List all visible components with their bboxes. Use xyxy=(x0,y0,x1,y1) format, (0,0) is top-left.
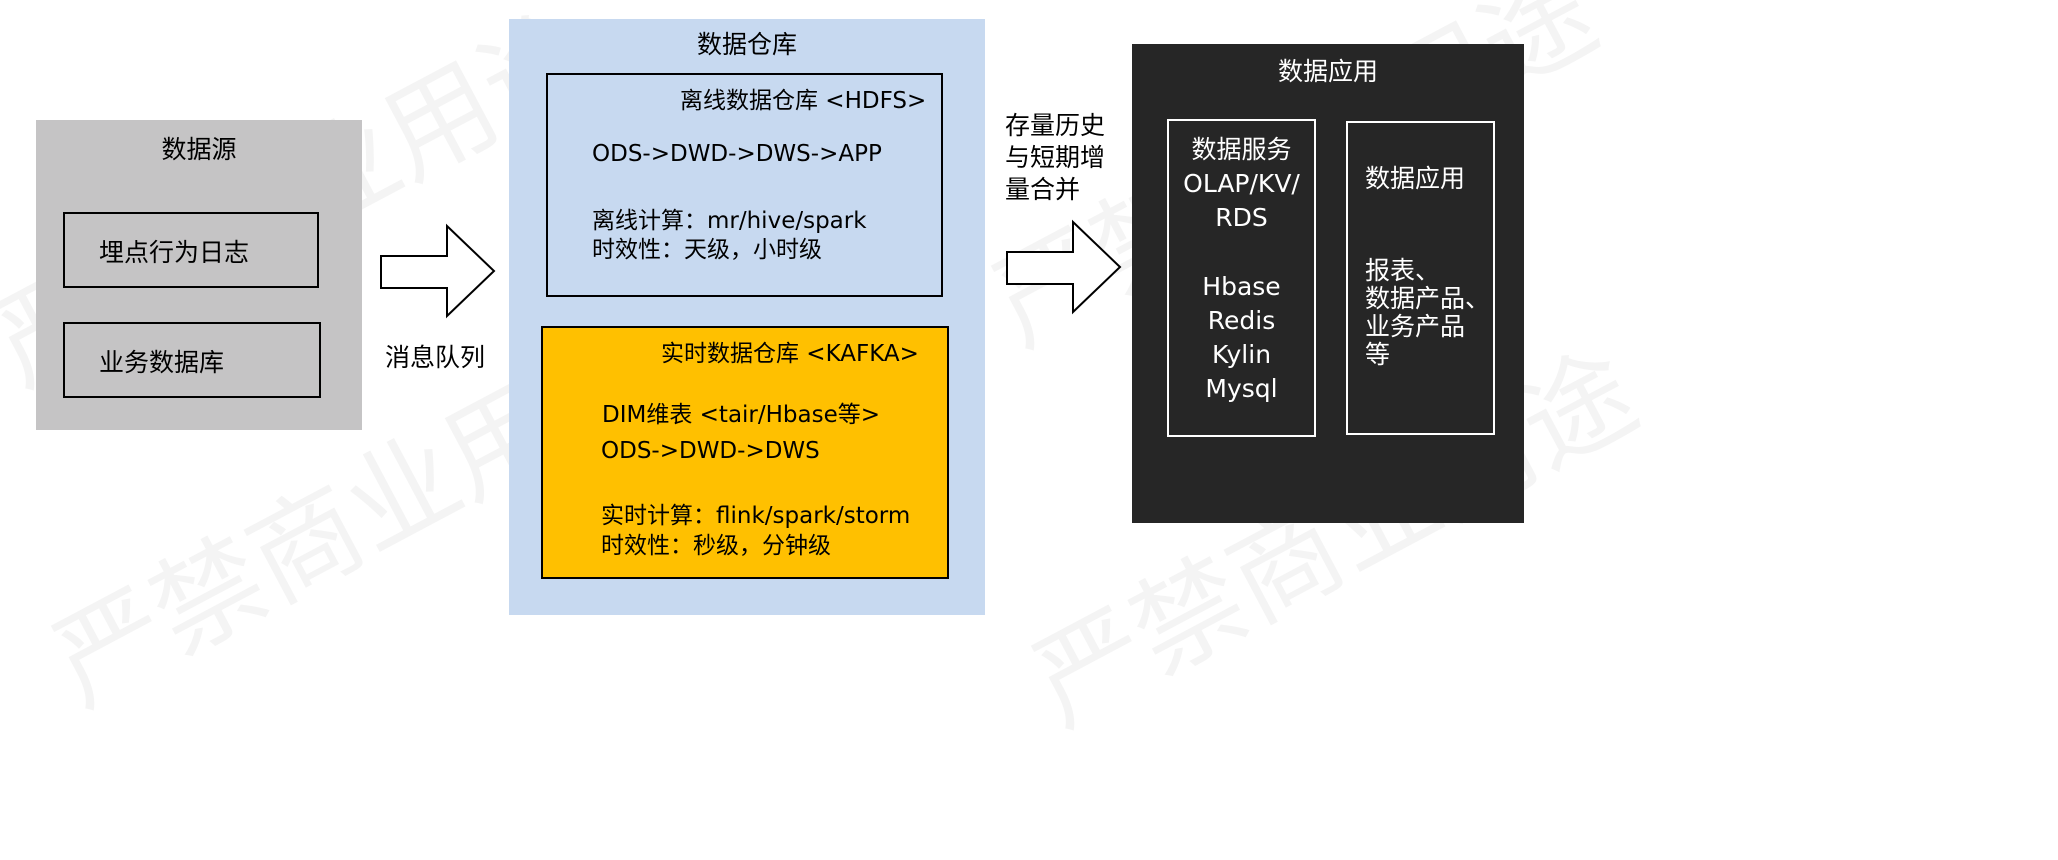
data-usage-title: 数据应用 xyxy=(1365,164,1466,193)
merge-label-line: 量合并 xyxy=(1005,175,1081,204)
data-store-item: Redis xyxy=(1207,306,1276,335)
offline-warehouse-box: 离线数据仓库 <HDFS> ODS->DWD->DWS->APP 离线计算：mr… xyxy=(546,73,943,297)
offline-pipeline: ODS->DWD->DWS->APP xyxy=(592,141,882,167)
message-queue-label: 消息队列 xyxy=(385,343,486,372)
data-usage-item: 等 xyxy=(1365,340,1391,369)
data-store-item: Hbase xyxy=(1202,272,1281,301)
data-usage-box: 数据应用 报表、 数据产品、 业务产品 等 xyxy=(1346,121,1495,435)
data-usage-item: 数据产品、 xyxy=(1365,284,1491,313)
data-source-panel: 数据源 埋点行为日志 业务数据库 xyxy=(36,120,362,430)
offline-latency: 时效性：天级，小时级 xyxy=(592,237,822,263)
realtime-warehouse-box: 实时数据仓库 <KAFKA> DIM维表 <tair/Hbase等> ODS->… xyxy=(541,326,949,579)
realtime-compute: 实时计算：flink/spark/storm xyxy=(601,503,911,529)
flow-arrow-right xyxy=(1006,219,1122,315)
data-service-box: 数据服务 OLAP/KV/ RDS Hbase Redis Kylin Mysq… xyxy=(1167,119,1316,437)
data-application-title: 数据应用 xyxy=(1277,57,1378,86)
source-item-business-db: 业务数据库 xyxy=(63,322,321,398)
source-item-label: 业务数据库 xyxy=(99,348,225,377)
merge-label: 存量历史 与短期增 量合并 xyxy=(1005,110,1105,206)
realtime-latency: 时效性：秒级，分钟级 xyxy=(601,533,831,559)
offline-warehouse-title: 离线数据仓库 <HDFS> xyxy=(680,88,927,114)
merge-label-line: 存量历史 xyxy=(1005,111,1106,140)
flow-arrow-right xyxy=(380,223,496,319)
source-item-label: 埋点行为日志 xyxy=(99,238,250,267)
data-warehouse-panel: 数据仓库 离线数据仓库 <HDFS> ODS->DWD->DWS->APP 离线… xyxy=(509,19,985,615)
data-usage-item: 业务产品 xyxy=(1365,312,1466,341)
source-item-tracking-log: 埋点行为日志 xyxy=(63,212,319,288)
realtime-warehouse-title: 实时数据仓库 <KAFKA> xyxy=(661,341,919,367)
data-usage-item: 报表、 xyxy=(1365,256,1441,285)
merge-label-line: 与短期增 xyxy=(1005,143,1106,172)
realtime-pipeline: ODS->DWD->DWS xyxy=(601,438,820,464)
data-store-item: Kylin xyxy=(1211,340,1272,369)
data-store-item: Mysql xyxy=(1205,374,1278,403)
data-warehouse-title: 数据仓库 xyxy=(696,30,797,59)
data-service-title-line: RDS xyxy=(1215,203,1268,232)
data-service-title: 数据服务 OLAP/KV/ RDS xyxy=(1169,133,1314,235)
data-usage-list: 报表、 数据产品、 业务产品 等 xyxy=(1365,257,1490,369)
realtime-dim: DIM维表 <tair/Hbase等> xyxy=(602,402,881,428)
data-source-title: 数据源 xyxy=(161,135,237,164)
data-service-title-line: 数据服务 xyxy=(1191,135,1292,164)
data-application-panel: 数据应用 数据服务 OLAP/KV/ RDS Hbase Redis Kylin… xyxy=(1132,44,1524,523)
data-service-title-line: OLAP/KV/ xyxy=(1183,169,1300,198)
data-store-list: Hbase Redis Kylin Mysql xyxy=(1169,270,1314,406)
